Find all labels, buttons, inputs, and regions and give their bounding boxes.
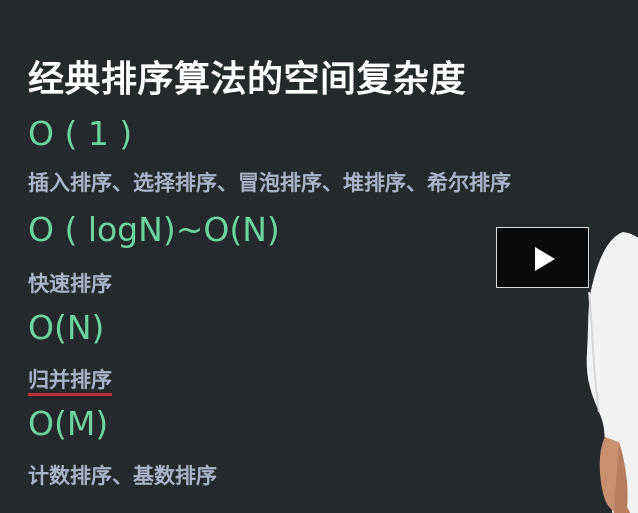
- complexity-ologn: O ( logN)~O(N): [28, 210, 280, 249]
- play-button[interactable]: [496, 227, 589, 288]
- underlined-text: 归并排序: [28, 368, 112, 396]
- play-icon: [535, 247, 555, 271]
- complexity-o1: O ( 1 ): [28, 114, 133, 153]
- algorithms-om: 计数排序、基数排序: [28, 464, 217, 488]
- complexity-om: O(M): [28, 404, 109, 443]
- algorithms-ologn: 快速排序: [28, 272, 112, 296]
- video-frame: 经典排序算法的空间复杂度 O ( 1 ) 插入排序、选择排序、冒泡排序、堆排序、…: [0, 0, 638, 513]
- algorithms-on: 归并排序: [28, 364, 112, 396]
- complexity-on: O(N): [28, 308, 105, 347]
- slide-title: 经典排序算法的空间复杂度: [28, 59, 467, 100]
- presenter-figure: [586, 232, 638, 513]
- algorithms-o1: 插入排序、选择排序、冒泡排序、堆排序、希尔排序: [28, 171, 511, 195]
